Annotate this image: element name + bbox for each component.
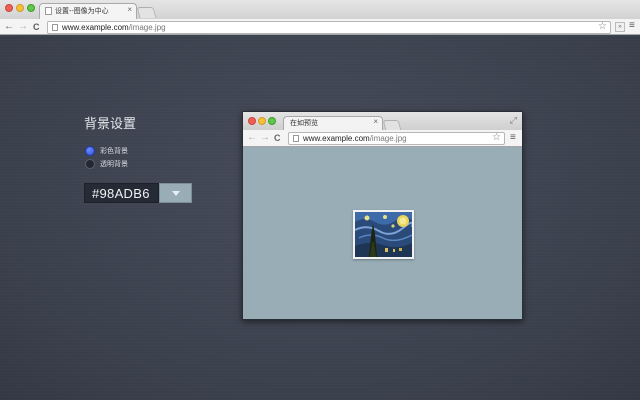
preview-tab-close-icon: × xyxy=(373,117,378,126)
window-titlebar: 设置--图像为中心 × xyxy=(0,0,640,19)
resize-icon[interactable]: ⤢ xyxy=(510,115,517,126)
new-tab-button[interactable] xyxy=(136,7,157,18)
menu-icon[interactable]: ≡ xyxy=(629,20,635,31)
preview-minimize-icon xyxy=(258,117,266,125)
starry-night-image xyxy=(353,210,414,259)
preview-close-icon xyxy=(248,117,256,125)
preview-address-bar: www.example.com/image.jpg ☆ xyxy=(288,132,505,145)
color-input[interactable]: #98ADB6 xyxy=(84,183,159,203)
preview-toolbar: ← → C www.example.com/image.jpg ☆ ≡ xyxy=(243,130,522,147)
radio-label: 透明背景 xyxy=(100,161,128,168)
browser-toolbar: ← → C www.example.com/image.jpg ☆ » ≡ xyxy=(0,19,640,35)
bookmark-star-icon[interactable]: ☆ xyxy=(598,21,607,32)
address-url: www.example.com/image.jpg xyxy=(62,23,166,32)
browser-tab[interactable]: 设置--图像为中心 × xyxy=(39,3,137,19)
page-icon xyxy=(293,135,299,142)
page-title: 背景设置 xyxy=(84,116,137,131)
preview-bookmark-star-icon: ☆ xyxy=(492,132,501,143)
preview-address-url: www.example.com/image.jpg xyxy=(303,134,407,143)
color-picker-dropdown[interactable] xyxy=(159,183,192,203)
maximize-window-button[interactable] xyxy=(27,4,35,12)
address-bar[interactable]: www.example.com/image.jpg ☆ xyxy=(47,21,611,34)
preview-reload-icon: C xyxy=(274,133,281,143)
preview-back-icon: ← xyxy=(247,132,257,143)
forward-icon[interactable]: → xyxy=(18,20,28,34)
chevron-down-icon xyxy=(172,191,180,196)
minimize-window-button[interactable] xyxy=(16,4,24,12)
reload-icon[interactable]: C xyxy=(33,20,40,34)
preview-tab-title: 在如预览 xyxy=(290,120,318,127)
radio-label: 彩色背景 xyxy=(100,148,128,155)
tab-close-icon[interactable]: × xyxy=(127,5,132,14)
close-window-button[interactable] xyxy=(5,4,13,12)
preview-maximize-icon xyxy=(268,117,276,125)
page-icon xyxy=(45,7,52,15)
preview-titlebar: 在如预览 × ⤢ xyxy=(243,112,522,130)
extension-icon[interactable]: » xyxy=(615,22,625,32)
radio-selected-icon[interactable] xyxy=(85,146,95,156)
tab-title: 设置--图像为中心 xyxy=(55,8,109,15)
preview-forward-icon: → xyxy=(260,132,270,143)
page-icon xyxy=(52,24,58,31)
back-icon[interactable]: ← xyxy=(4,20,14,34)
radio-unselected-icon[interactable] xyxy=(85,159,95,169)
preview-tab: 在如预览 × xyxy=(283,116,383,130)
preview-menu-icon: ≡ xyxy=(510,132,516,143)
preview-new-tab-icon xyxy=(382,120,402,130)
color-value: #98ADB6 xyxy=(92,186,150,201)
starry-night-painting xyxy=(355,212,412,257)
preview-window: 在如预览 × ⤢ ← → C www.example.com/image.jpg… xyxy=(242,111,523,320)
